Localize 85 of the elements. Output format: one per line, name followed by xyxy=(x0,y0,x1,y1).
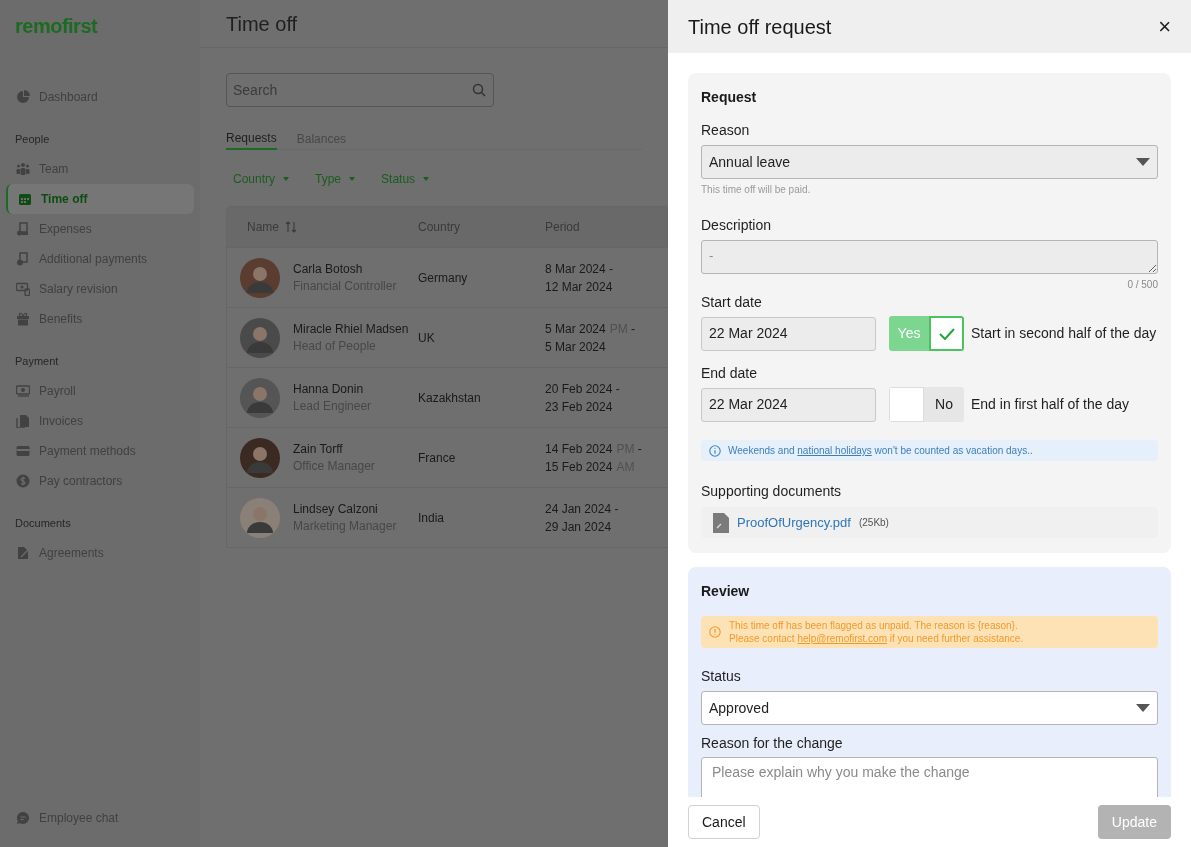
field-label: End date xyxy=(701,364,759,383)
filter-dropdown[interactable]: Country xyxy=(233,170,290,188)
cancel-button[interactable]: Cancel xyxy=(688,805,760,839)
table-cell-text: India xyxy=(418,509,446,527)
gift-icon xyxy=(16,312,30,326)
file-icon xyxy=(712,512,729,533)
field-label: Reason for the change xyxy=(701,734,844,753)
dollar-coin-icon xyxy=(16,474,30,488)
email-link[interactable]: help@remofirst.com xyxy=(797,633,887,644)
page-title: Time off xyxy=(226,11,298,37)
field-label: Reason xyxy=(701,121,751,140)
receipt-coin-icon xyxy=(16,252,30,266)
section-title: Request xyxy=(701,88,758,107)
toggle-caption: Start in second half of the day xyxy=(971,324,1157,343)
date-field[interactable]: 22 Mar 2024 xyxy=(701,387,876,422)
select-field[interactable]: Approved xyxy=(701,691,1158,725)
person-name: Hanna Donin xyxy=(293,380,365,398)
caret-icon xyxy=(1136,704,1150,712)
section-heading: People xyxy=(14,132,51,147)
avatar-icon xyxy=(240,437,280,478)
sidebar-item[interactable]: Time off xyxy=(6,184,194,214)
avatar-icon xyxy=(240,377,280,418)
field-label: Start date xyxy=(701,293,763,312)
date-field[interactable]: 22 Mar 2024 xyxy=(701,316,876,351)
close-button[interactable]: × xyxy=(1158,15,1171,38)
table-cell-text: Kazakhstan xyxy=(418,389,482,407)
hint-text: This time off will be paid. xyxy=(701,183,812,197)
period-date: 12 Mar 2024 xyxy=(545,278,614,296)
warning-icon xyxy=(709,626,721,638)
pie-chart-icon xyxy=(16,90,30,104)
period-date: 24 Jan 2024 - xyxy=(545,500,619,518)
signed-document-icon xyxy=(16,546,30,560)
people-icon xyxy=(16,162,30,176)
person-name: Carla Botosh xyxy=(293,260,364,278)
chat-bubble-icon xyxy=(16,811,30,825)
link[interactable]: national holidays xyxy=(797,445,872,456)
description-field[interactable]: - xyxy=(701,240,1158,274)
info-icon xyxy=(709,444,721,457)
brand-logo: remofirst xyxy=(14,16,99,38)
info-text: Weekends and national holidays won't be counted as vacation days.. xyxy=(728,444,1033,458)
reason-field[interactable]: Please explain why you make the change xyxy=(701,757,1158,797)
credit-card-icon xyxy=(16,444,30,458)
update-button[interactable]: Update xyxy=(1097,805,1171,839)
period-date: 5 Mar 2024 xyxy=(545,338,607,356)
period-date: 23 Feb 2024 xyxy=(545,398,614,416)
tab[interactable]: Requests xyxy=(226,127,277,150)
toggle-caption: End in first half of the day xyxy=(971,395,1129,414)
filter-dropdown[interactable]: Status xyxy=(381,170,430,188)
avatar-icon xyxy=(240,257,280,298)
search-icon xyxy=(472,83,486,97)
person-name: Zain Torff xyxy=(293,440,344,458)
table-cell-text: Germany xyxy=(418,269,469,287)
file-size: (25Kb) xyxy=(858,516,889,530)
person-name: Miracle Rhiel Madsen xyxy=(293,320,409,338)
banknote-icon xyxy=(16,384,30,398)
filter-dropdown[interactable]: Type xyxy=(315,170,356,188)
table-cell-text: France xyxy=(418,449,457,467)
warning-text: This time off has been flagged as unpaid. The reason is {reason}. Please contact help@remofirst.com if you need further assistance. xyxy=(729,619,1024,645)
period-date: 29 Jan 2024 xyxy=(545,518,613,536)
sort-icon xyxy=(285,221,297,233)
period-date: 20 Feb 2024 - xyxy=(545,380,620,398)
character-counter: 0 / 500 xyxy=(1127,278,1158,292)
select-field[interactable]: Annual leave xyxy=(701,145,1158,179)
period-date: 8 Mar 2024 - xyxy=(545,260,614,278)
receipt-icon xyxy=(16,222,30,236)
section-heading: Payment xyxy=(14,354,60,369)
caret-icon xyxy=(283,177,290,181)
section-heading: Documents xyxy=(14,516,72,531)
caret-icon xyxy=(1136,158,1150,166)
table-cell-text: UK xyxy=(418,329,436,347)
field-label: Status xyxy=(701,667,742,686)
avatar-icon xyxy=(240,317,280,358)
caret-icon xyxy=(349,177,356,181)
caret-icon xyxy=(423,177,430,181)
field-label: Description xyxy=(701,216,773,235)
section-title: Review xyxy=(701,582,751,601)
banknote-icon xyxy=(16,282,30,296)
field-label: Supporting documents xyxy=(701,482,843,501)
check-icon xyxy=(938,327,955,340)
drawer-title: Time off request xyxy=(688,14,832,40)
documents-icon xyxy=(16,414,30,428)
avatar-icon xyxy=(240,497,280,538)
calendar-icon xyxy=(18,192,32,206)
file-link[interactable]: ProofOfUrgency.pdf xyxy=(737,512,851,533)
person-name: Lindsey Calzoni xyxy=(293,500,379,518)
